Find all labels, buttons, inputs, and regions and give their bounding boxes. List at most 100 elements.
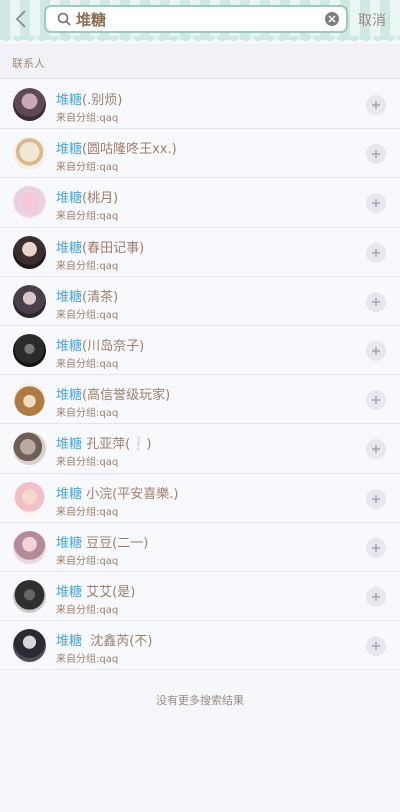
back-button[interactable] <box>10 8 32 30</box>
contact-name: 堆糖 豆豆(二一) <box>56 532 148 551</box>
search-input[interactable]: 堆糖 <box>44 5 348 33</box>
avatar[interactable] <box>13 137 46 171</box>
avatar[interactable] <box>13 432 46 466</box>
section-title: 联系人 <box>12 57 45 70</box>
contact-name-keyword: 堆糖 <box>56 142 83 158</box>
contact-name-keyword: 堆糖 <box>56 338 83 354</box>
avatar[interactable] <box>13 284 46 318</box>
contact-row[interactable]: 堆糖(桃月) 来自分组:qaq <box>0 178 400 228</box>
plus-icon <box>372 297 380 306</box>
cancel-button[interactable]: 取消 <box>358 10 386 30</box>
contact-name-rest: (春田记事) <box>82 240 145 256</box>
add-contact-button[interactable] <box>366 193 386 214</box>
contact-name: 堆糖(高信誉级玩家) <box>56 384 170 403</box>
add-contact-button[interactable] <box>366 586 386 607</box>
contact-group: 来自分组:qaq <box>56 260 119 272</box>
contact-row[interactable]: 堆糖(高信誉级玩家) 来自分组:qaq <box>0 375 400 425</box>
plus-icon <box>372 248 380 257</box>
contact-name: 堆糖(.别烦) <box>56 89 122 108</box>
contact-name-rest: 小浣(平安喜樂.) <box>82 486 179 502</box>
contact-name-rest: 豆豆(二一) <box>82 535 149 551</box>
contact-list: 堆糖(.别烦) 来自分组:qaq 堆糖(圆咕隆咚王xx.) 来自分组:qaq 堆糖(桃月… <box>0 80 400 671</box>
add-contact-button[interactable] <box>366 390 386 411</box>
contact-group: 来自分组:qaq <box>56 358 119 370</box>
contact-row[interactable]: 堆糖 孔亚萍(❕) 来自分组:qaq <box>0 424 400 474</box>
contact-name-rest: (高信誉级玩家) <box>82 388 171 404</box>
contact-name-keyword: 堆糖 <box>56 584 83 600</box>
contact-name-keyword: 堆糖 <box>56 486 83 502</box>
plus-icon <box>372 199 380 208</box>
contact-name: 堆糖(圆咕隆咚王xx.) <box>56 138 177 157</box>
add-contact-button[interactable] <box>366 340 386 361</box>
contact-row[interactable]: 堆糖(春田记事) 来自分组:qaq <box>0 227 400 277</box>
add-contact-button[interactable] <box>366 242 386 263</box>
contact-name: 堆糖 沈鑫芮(不) <box>56 630 152 649</box>
contact-name: 堆糖(桃月) <box>56 187 118 206</box>
plus-icon <box>372 543 380 552</box>
plus-icon <box>372 150 380 159</box>
plus-icon <box>372 396 380 405</box>
contact-row[interactable]: 堆糖(清茶) 来自分组:qaq <box>0 276 400 326</box>
avatar[interactable] <box>13 88 46 121</box>
contact-row[interactable]: 堆糖(.别烦) 来自分组:qaq <box>0 80 400 130</box>
contact-row[interactable]: 堆糖 沈鑫芮(不) 来自分组:qaq <box>0 621 400 671</box>
contact-group: 来自分组:qaq <box>56 457 119 469</box>
contact-name: 堆糖 小浣(平安喜樂.) <box>56 483 178 502</box>
contact-name: 堆糖 孔亚萍(❕) <box>56 433 151 452</box>
contact-group: 来自分组:qaq <box>56 113 119 124</box>
contact-row[interactable]: 堆糖 豆豆(二一) 来自分组:qaq <box>0 522 400 572</box>
avatar[interactable] <box>13 333 46 367</box>
contact-row[interactable]: 堆糖(川岛奈子) 来自分组:qaq <box>0 325 400 376</box>
add-contact-button[interactable] <box>366 144 386 165</box>
avatar[interactable] <box>13 383 46 417</box>
plus-icon <box>372 445 380 454</box>
add-contact-button[interactable] <box>366 488 386 509</box>
plus-icon <box>372 494 380 503</box>
contact-group: 来自分组:qaq <box>56 555 119 567</box>
plus-icon <box>372 592 380 601</box>
contact-name-keyword: 堆糖 <box>56 289 83 305</box>
contact-name-keyword: 堆糖 <box>56 634 83 650</box>
search-query[interactable]: 堆糖 <box>76 9 325 30</box>
contact-name-keyword: 堆糖 <box>56 388 83 404</box>
avatar[interactable] <box>13 579 46 613</box>
contact-group: 来自分组:qaq <box>56 654 119 666</box>
plus-icon <box>372 346 380 355</box>
search-icon <box>54 9 74 29</box>
add-contact-button[interactable] <box>366 636 386 657</box>
contact-name: 堆糖(川岛奈子) <box>56 335 144 354</box>
contact-name-rest: 艾艾(是) <box>82 584 136 600</box>
contact-name-rest: (川岛奈子) <box>82 338 145 354</box>
contact-group: 来自分组:qaq <box>56 309 119 321</box>
avatar[interactable] <box>13 481 46 515</box>
contact-group: 来自分组:qaq <box>56 211 119 223</box>
contact-name-rest: (圆咕隆咚王xx.) <box>82 142 177 158</box>
avatar[interactable] <box>13 530 46 564</box>
contact-name-rest: 孔亚萍(❕) <box>82 437 152 453</box>
contact-name-keyword: 堆糖 <box>56 191 83 207</box>
contact-row[interactable]: 堆糖 小浣(平安喜樂.) 来自分组:qaq <box>0 473 400 523</box>
contact-name-rest: (桃月) <box>82 191 119 207</box>
contact-name-rest: 沈鑫芮(不) <box>82 634 153 650</box>
contact-name-keyword: 堆糖 <box>56 240 83 256</box>
section-header <box>0 44 400 79</box>
contact-group: 来自分组:qaq <box>56 408 119 420</box>
add-contact-button[interactable] <box>366 291 386 312</box>
contact-row[interactable]: 堆糖 艾艾(是) 来自分组:qaq <box>0 571 400 622</box>
contact-group: 来自分组:qaq <box>56 162 119 174</box>
add-contact-button[interactable] <box>366 95 386 115</box>
contact-group: 来自分组:qaq <box>56 506 119 518</box>
add-contact-button[interactable] <box>366 439 386 460</box>
contact-name: 堆糖(清茶) <box>56 286 118 305</box>
no-more-results: 没有更多搜索结果 <box>156 694 244 707</box>
add-contact-button[interactable] <box>366 537 386 558</box>
avatar[interactable] <box>13 629 46 663</box>
clear-icon[interactable] <box>325 12 339 26</box>
plus-icon <box>372 101 380 109</box>
plus-icon <box>372 642 380 651</box>
contact-row[interactable]: 堆糖(圆咕隆咚王xx.) 来自分组:qaq <box>0 129 400 179</box>
avatar[interactable] <box>13 235 46 269</box>
contact-name: 堆糖(春田记事) <box>56 237 144 256</box>
top-bar-scallop <box>0 36 400 44</box>
avatar[interactable] <box>13 186 46 220</box>
